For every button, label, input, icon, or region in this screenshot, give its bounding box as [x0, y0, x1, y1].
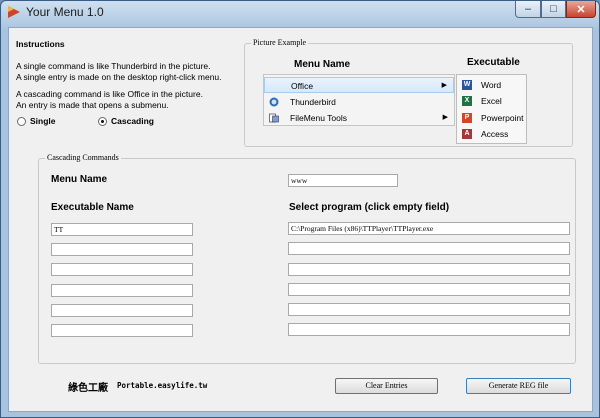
- menu-item-label: Office: [291, 81, 314, 91]
- program-path-input-4[interactable]: [288, 283, 570, 296]
- submenu-arrow-icon: ▶: [441, 82, 447, 89]
- select-program-label: Select program (click empty field): [289, 202, 450, 213]
- picture-example-title: Picture Example: [251, 38, 309, 47]
- watermark-text: Portable.easylife.tw: [117, 381, 208, 390]
- radio-single-circle[interactable]: [17, 117, 26, 126]
- maximize-icon: □: [550, 3, 557, 15]
- submenu-item-label: Excel: [481, 96, 502, 106]
- menu-name-input[interactable]: www: [288, 174, 398, 187]
- submenu-item-label: Access: [481, 129, 509, 139]
- submenu-item-label: Word: [481, 80, 502, 90]
- executable-name-input-2[interactable]: [51, 243, 193, 256]
- thunderbird-icon: [269, 97, 279, 107]
- instructions-line-1: A single command is like Thunderbird in …: [16, 61, 211, 71]
- program-path-input-6[interactable]: [288, 323, 570, 336]
- menu-name-label: Menu Name: [51, 174, 108, 185]
- title-bar[interactable]: Your Menu 1.0 – □ ✕: [1, 1, 599, 23]
- clear-entries-button[interactable]: Clear Entries: [335, 378, 438, 394]
- filemenu-icon: [269, 113, 279, 123]
- menu-item-office: Office ▶: [264, 77, 454, 93]
- executable-name-input-6[interactable]: [51, 324, 193, 337]
- program-path-input-2[interactable]: [288, 242, 570, 255]
- minimize-icon: –: [524, 3, 532, 15]
- menu-item-thunderbird: Thunderbird: [264, 94, 454, 110]
- radio-cascading-circle[interactable]: [98, 117, 107, 126]
- submenu-item-powerpoint: P Powerpoint: [457, 110, 526, 126]
- close-icon: ✕: [576, 3, 586, 16]
- executable-header: Executable: [467, 57, 520, 68]
- app-icon: [8, 6, 20, 18]
- program-path-input-3[interactable]: [288, 263, 570, 276]
- window-title: Your Menu 1.0: [26, 5, 104, 19]
- menu-name-header: Menu Name: [294, 59, 351, 70]
- word-icon: W: [462, 80, 472, 90]
- program-path-input-1[interactable]: C:\Program Files (x86)\TTPlayer\TTPlayer…: [288, 222, 570, 235]
- submenu-item-word: W Word: [457, 77, 526, 93]
- instructions-line-2: A single entry is made on the desktop ri…: [16, 72, 222, 82]
- instructions-heading: Instructions: [16, 39, 65, 49]
- radio-single-label[interactable]: Single: [30, 116, 56, 126]
- powerpoint-icon: P: [462, 113, 472, 123]
- close-button[interactable]: ✕: [566, 1, 596, 18]
- access-icon: A: [462, 129, 472, 139]
- executable-name-input-5[interactable]: [51, 304, 193, 317]
- menu-item-label: FileMenu Tools: [290, 113, 348, 123]
- executable-name-input-3[interactable]: [51, 263, 193, 276]
- program-path-input-5[interactable]: [288, 303, 570, 316]
- executable-name-input-1[interactable]: TT: [51, 223, 193, 236]
- submenu-item-access: A Access: [457, 126, 526, 142]
- radio-cascading-label[interactable]: Cascading: [111, 116, 154, 126]
- submenu-item-excel: X Excel: [457, 93, 526, 109]
- executable-name-input-4[interactable]: [51, 284, 193, 297]
- minimize-button[interactable]: –: [515, 1, 541, 18]
- cascading-commands-title: Cascading Commands: [45, 153, 121, 162]
- instructions-line-3: A cascading command is like Office in th…: [16, 89, 203, 99]
- menu-item-filemenu-tools: FileMenu Tools ▶: [264, 110, 454, 126]
- excel-icon: X: [462, 96, 472, 106]
- generate-reg-button[interactable]: Generate REG file: [466, 378, 571, 394]
- watermark-glyphs: 綠色工廠: [68, 383, 108, 394]
- submenu-arrow-icon: ▶: [442, 114, 448, 121]
- executable-name-label: Executable Name: [51, 202, 134, 213]
- example-context-menu: Office ▶ Thunderbird FileMenu Tools ▶: [263, 74, 455, 126]
- app-window: Your Menu 1.0 – □ ✕ Instructions A singl…: [0, 0, 600, 418]
- menu-item-label: Thunderbird: [290, 97, 336, 107]
- instructions-line-4: An entry is made that opens a submenu.: [16, 100, 169, 110]
- submenu-item-label: Powerpoint: [481, 113, 524, 123]
- maximize-button[interactable]: □: [541, 1, 566, 18]
- example-submenu: W Word X Excel P Powerpoint A Access: [456, 74, 527, 144]
